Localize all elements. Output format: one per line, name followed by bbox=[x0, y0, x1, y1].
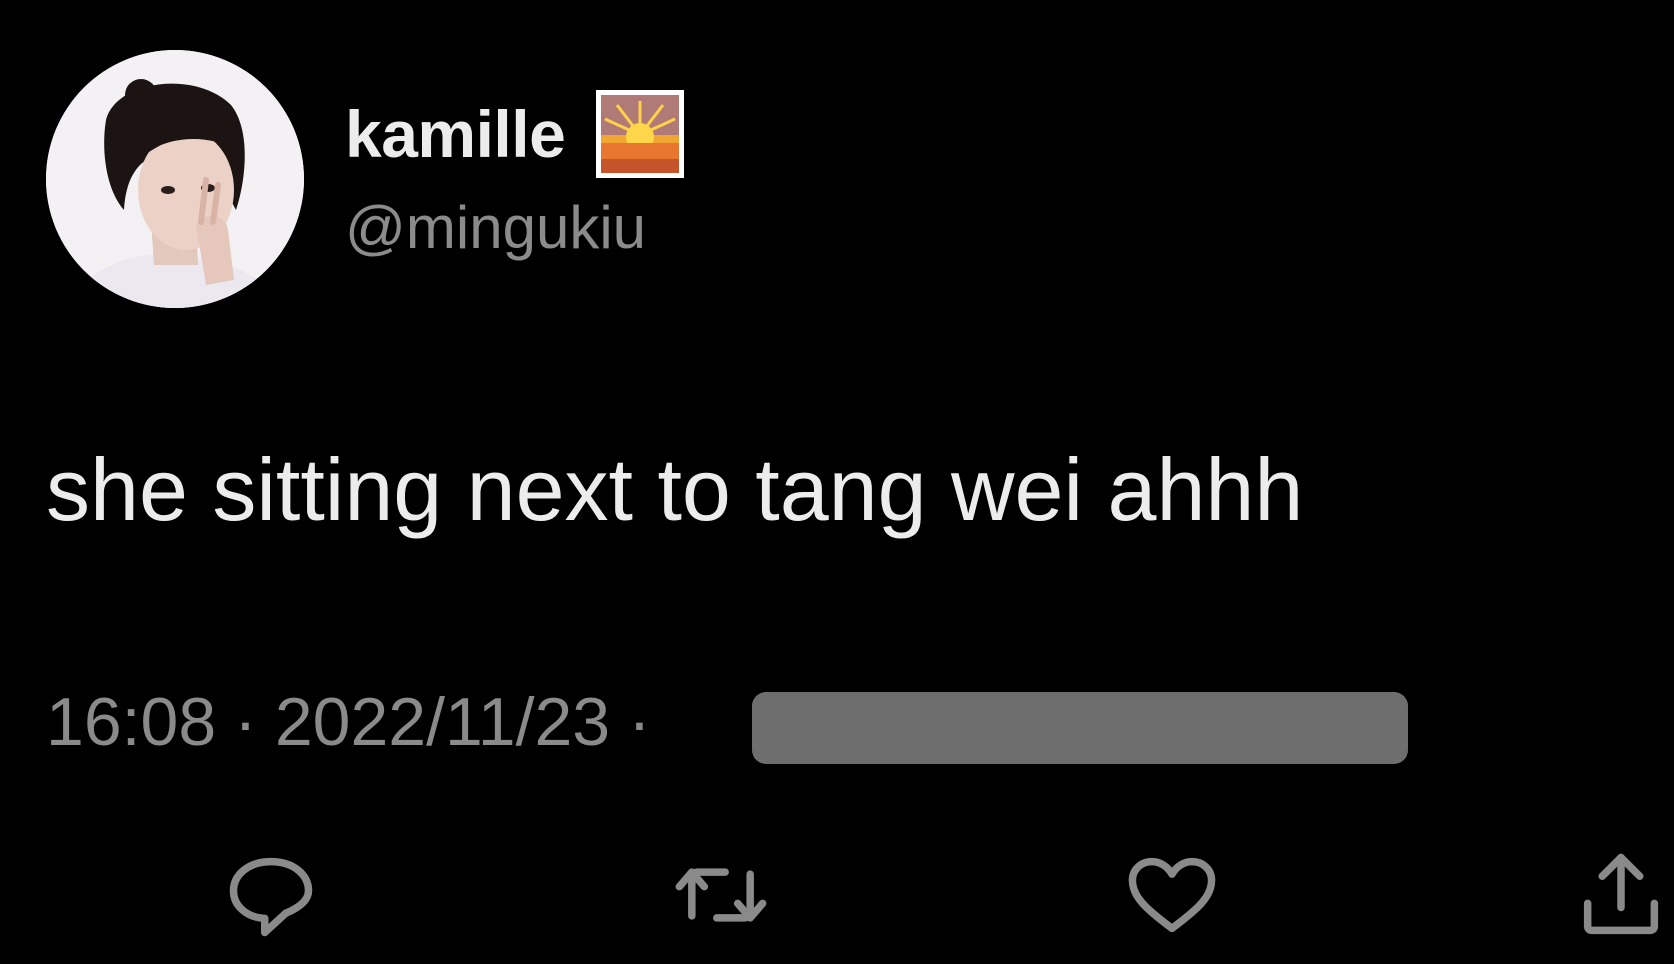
meta-separator: · bbox=[234, 684, 257, 760]
share-icon bbox=[1583, 853, 1659, 935]
tweet: kamille @mingukiu she sitting next to ta… bbox=[0, 0, 1674, 964]
redacted-source bbox=[752, 692, 1408, 764]
like-button[interactable] bbox=[1117, 840, 1227, 950]
retweet-icon bbox=[675, 868, 767, 922]
tweet-text: she sitting next to tang wei ahhh bbox=[46, 440, 1304, 539]
avatar[interactable] bbox=[46, 50, 304, 308]
meta-separator: · bbox=[628, 684, 651, 760]
avatar-image bbox=[46, 50, 304, 308]
retweet-button[interactable] bbox=[666, 840, 776, 950]
sunrise-emoji-icon bbox=[595, 89, 685, 179]
reply-icon bbox=[229, 857, 313, 937]
action-bar bbox=[0, 840, 1674, 950]
tweet-meta: 16:08 · 2022/11/23 · bbox=[46, 688, 669, 756]
share-button[interactable] bbox=[1566, 840, 1674, 950]
user-handle[interactable]: @mingukiu bbox=[345, 195, 646, 261]
name-row: kamille bbox=[345, 88, 685, 180]
tweet-time[interactable]: 16:08 bbox=[46, 688, 216, 756]
heart-icon bbox=[1128, 857, 1216, 933]
tweet-date[interactable]: 2022/11/23 bbox=[275, 688, 610, 756]
reply-button[interactable] bbox=[216, 840, 326, 950]
display-name[interactable]: kamille bbox=[345, 101, 566, 167]
